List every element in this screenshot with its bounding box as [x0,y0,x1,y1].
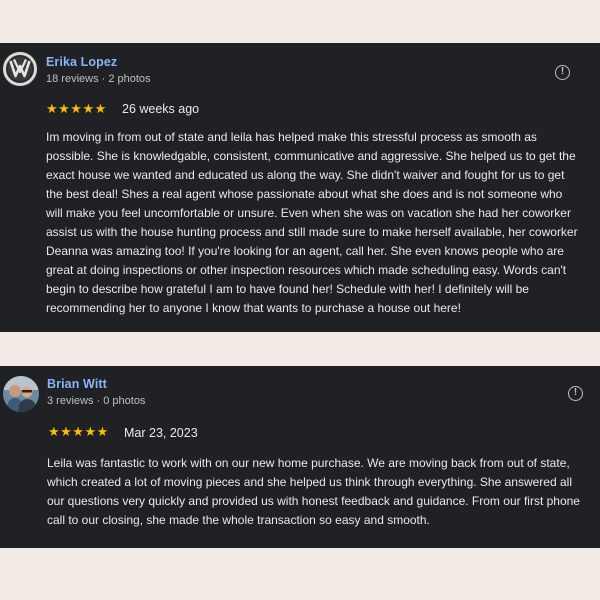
review-date: 26 weeks ago [122,102,200,116]
report-flag-icon[interactable]: ! [555,65,570,80]
review-card: Erika Lopez 18 reviews · 2 photos ! ★★★★… [0,43,600,332]
car-brand-logo-icon [2,51,38,87]
review-text: Leila was fantastic to work with on our … [47,456,580,527]
avatar[interactable] [3,376,39,412]
star-rating: ★★★★★ [48,424,109,439]
avatar[interactable] [2,51,38,87]
review-text: Im moving in from out of state and leila… [46,130,578,315]
report-flag-icon[interactable]: ! [568,386,583,401]
review-card: Brian Witt 3 reviews · 0 photos ! ★★★★★ … [0,366,600,548]
reviewer-name[interactable]: Erika Lopez [46,55,117,69]
reviewer-meta: 18 reviews · 2 photos [46,73,151,85]
review-date: Mar 23, 2023 [124,426,198,440]
reviewer-meta: 3 reviews · 0 photos [47,395,146,407]
profile-photo-icon [3,376,39,412]
reviewer-name[interactable]: Brian Witt [47,377,107,391]
star-rating: ★★★★★ [46,101,107,116]
